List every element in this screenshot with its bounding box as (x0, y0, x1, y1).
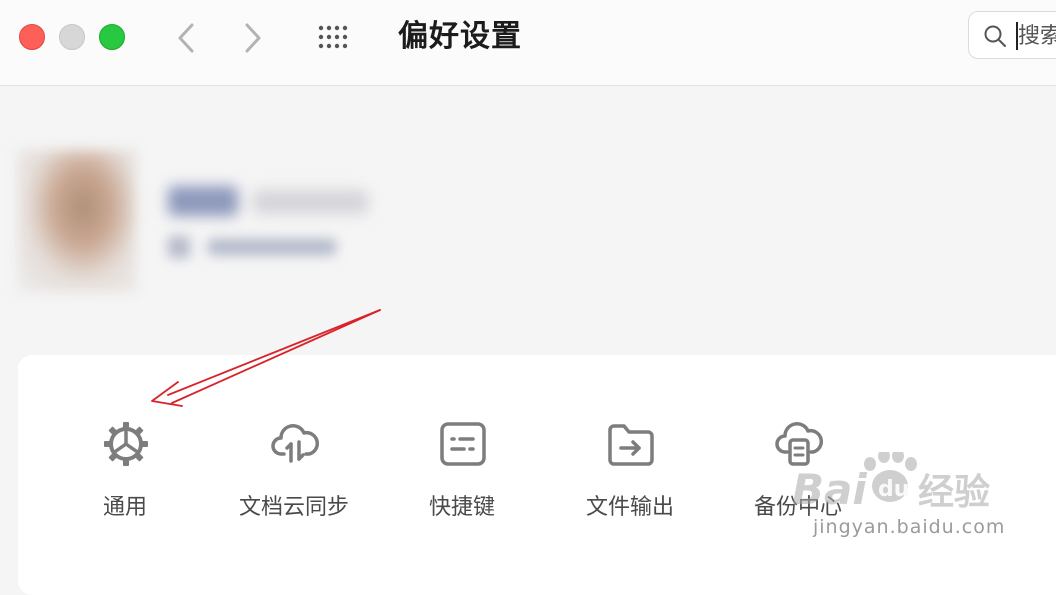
avatar[interactable] (18, 150, 136, 292)
settings-item-file-output[interactable]: 文件输出 (560, 418, 700, 528)
title-bar: 偏好设置 (0, 0, 1056, 86)
blurred-account-info (168, 234, 338, 260)
svg-text:du: du (878, 477, 909, 502)
app-grid-icon[interactable] (317, 24, 351, 50)
folder-export-icon (608, 424, 654, 466)
watermark-url: jingyan.baidu.com (813, 516, 1006, 538)
cloud-sync-icon (271, 424, 319, 463)
svg-text:Bai: Bai (792, 465, 867, 514)
minimize-window-button[interactable] (59, 24, 85, 50)
page-title: 偏好设置 (398, 19, 522, 54)
blurred-username (168, 182, 373, 220)
keyboard-icon (440, 422, 486, 466)
settings-item-label: 文件输出 (585, 495, 674, 520)
annotation-arrow (151, 309, 381, 407)
search-icon (984, 25, 1006, 47)
forward-chevron-icon[interactable] (238, 20, 268, 56)
search-box[interactable] (968, 11, 1056, 59)
back-chevron-icon[interactable] (172, 20, 202, 56)
gear-icon (104, 422, 148, 466)
settings-item-label: 通用 (102, 495, 147, 520)
close-window-button[interactable] (19, 24, 45, 50)
settings-item-label: 文档云同步 (238, 495, 349, 520)
settings-item-label: 快捷键 (428, 495, 495, 520)
settings-item-general[interactable]: 通用 (55, 418, 195, 528)
settings-item-shortcuts[interactable]: 快捷键 (392, 418, 532, 528)
search-input[interactable] (1018, 20, 1056, 52)
watermark-brand: 经验 (918, 472, 990, 513)
maximize-window-button[interactable] (99, 24, 125, 50)
settings-item-cloud-sync[interactable]: 文档云同步 (224, 418, 364, 528)
